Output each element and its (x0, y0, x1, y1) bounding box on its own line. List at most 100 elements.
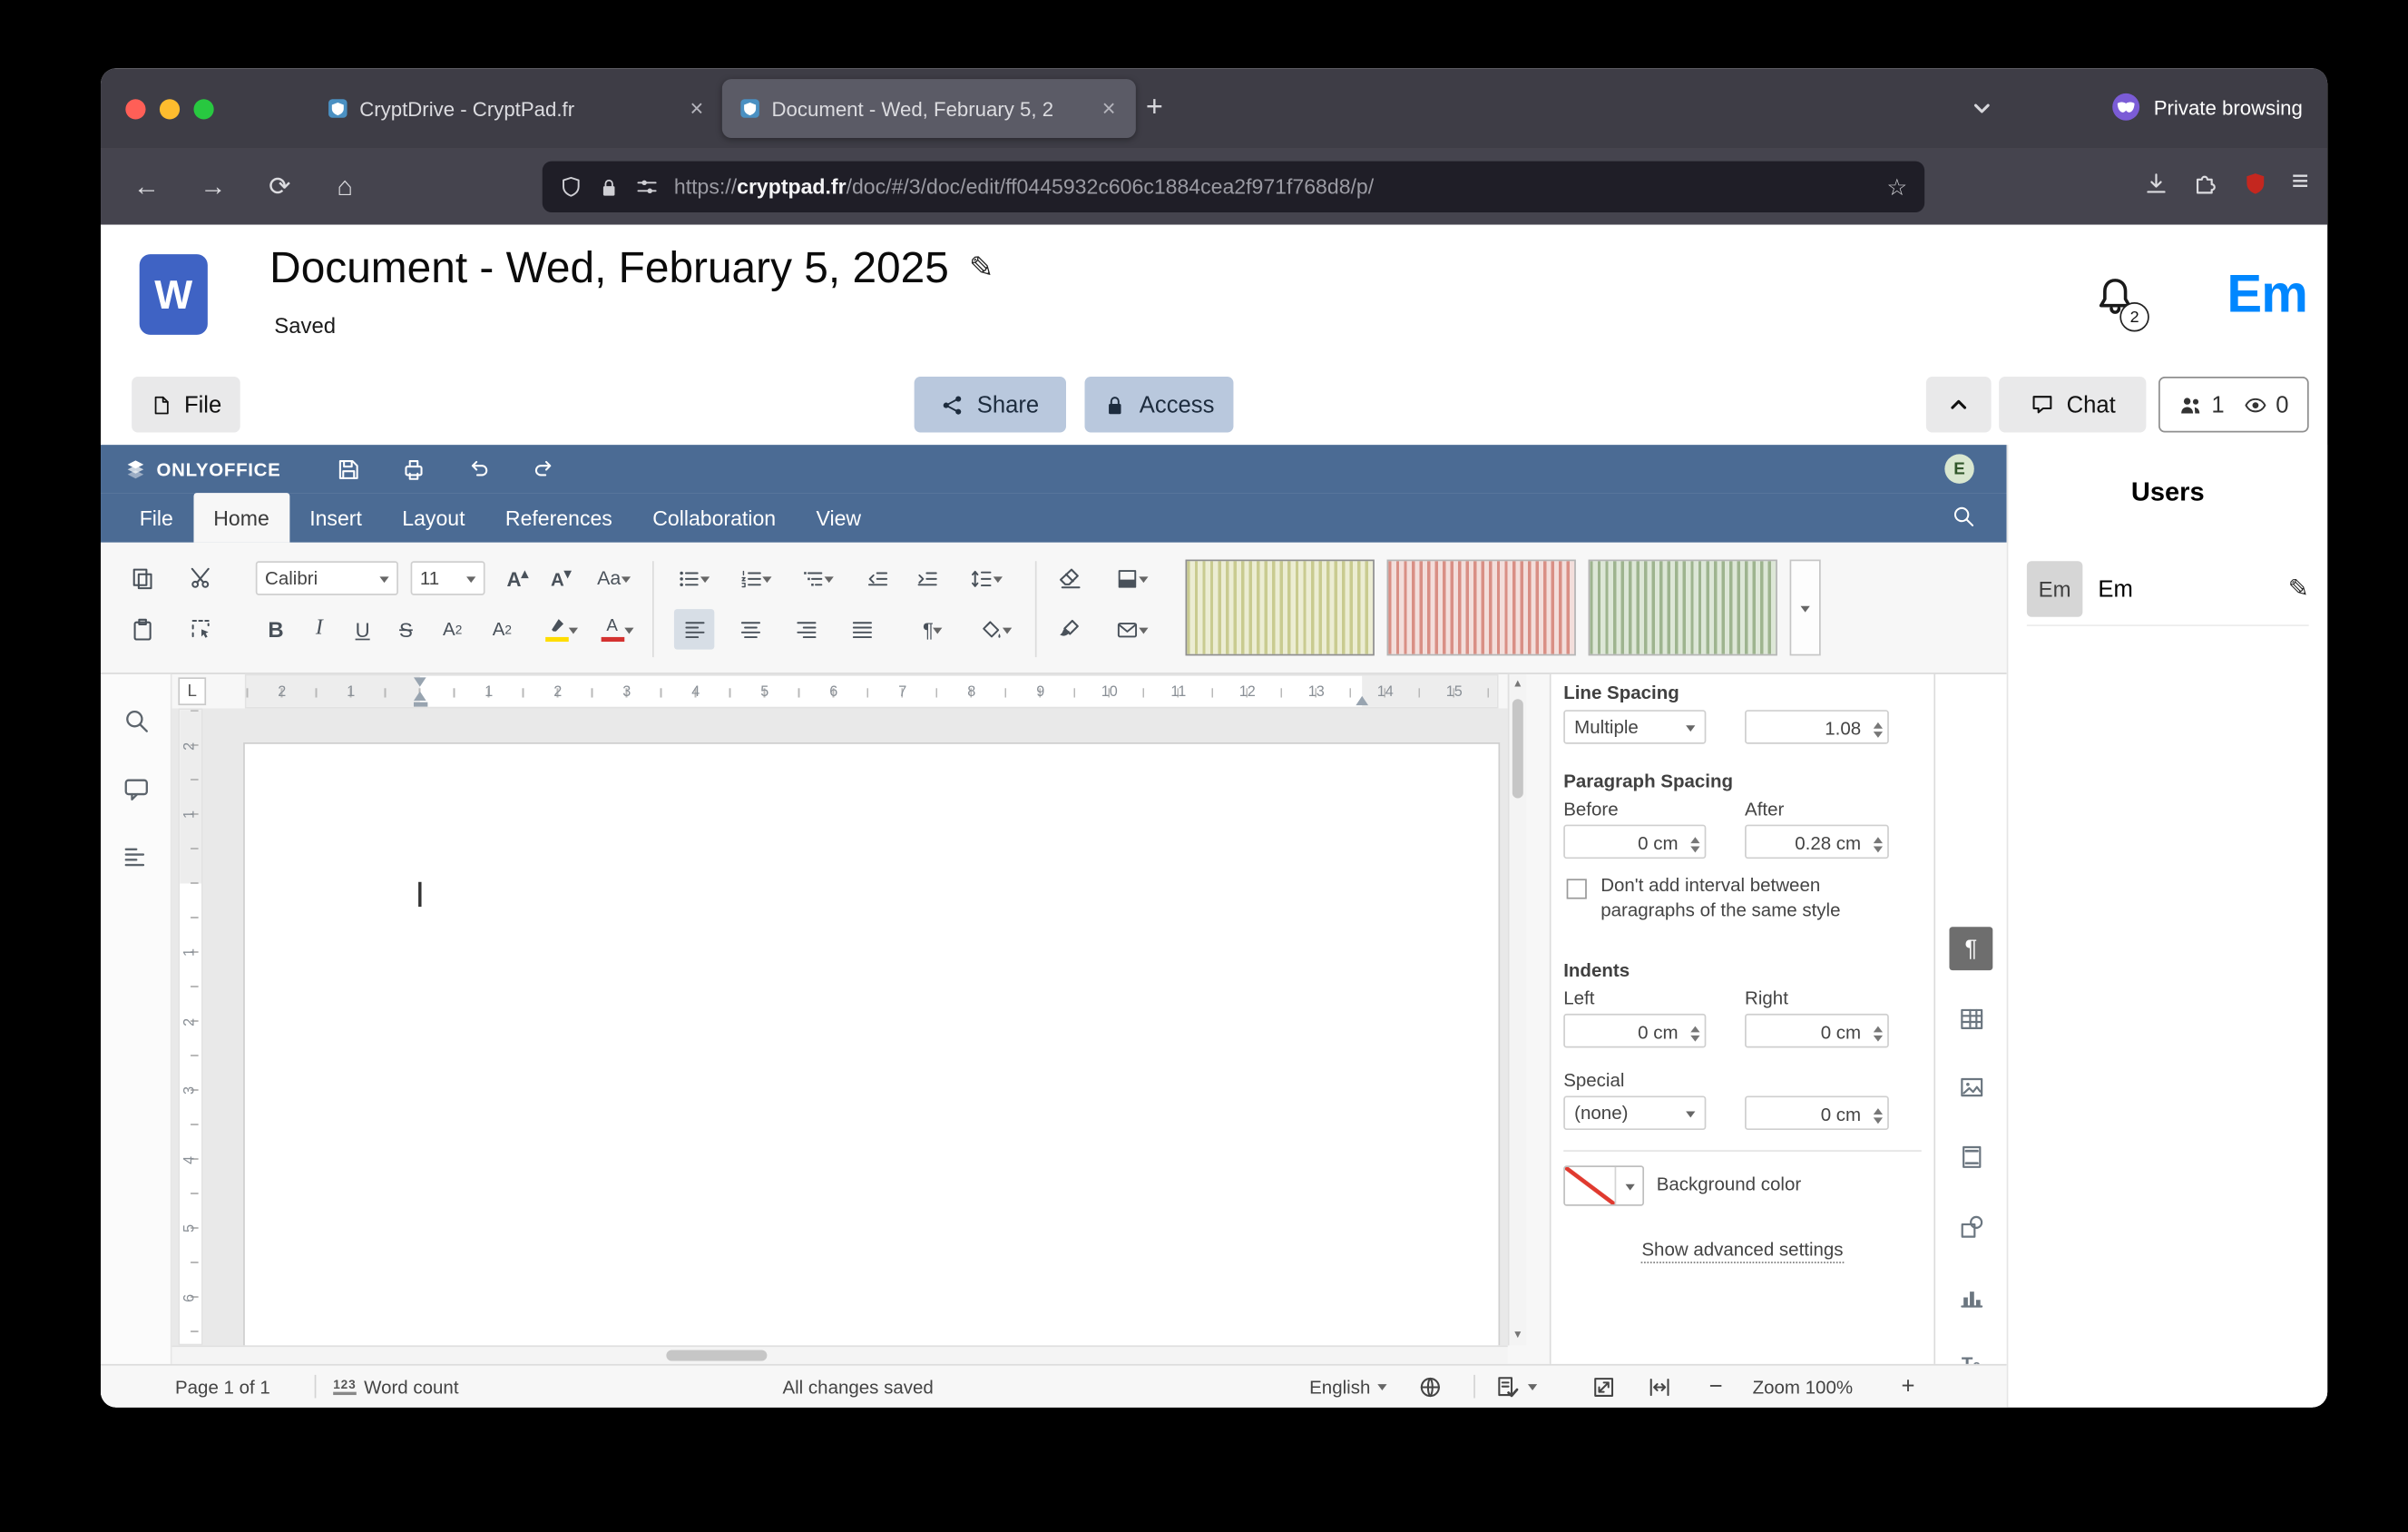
url-bar[interactable]: https://cryptpad.fr/doc/#/3/doc/edit/ff0… (543, 162, 1924, 212)
document-language-globe-icon[interactable] (1418, 1366, 1443, 1408)
align-center-button[interactable] (729, 609, 769, 649)
no-interval-checkbox[interactable] (1567, 879, 1587, 899)
spinner-down-icon[interactable] (1874, 846, 1883, 857)
comments-icon[interactable] (122, 775, 151, 803)
paragraph-settings-icon[interactable]: ¶ (1949, 927, 1992, 970)
close-window-button[interactable] (125, 99, 145, 119)
ublock-icon[interactable] (2242, 170, 2268, 196)
italic-button[interactable]: I (299, 609, 339, 649)
navigation-headings-icon[interactable] (122, 843, 151, 871)
spinner-up-icon[interactable] (1874, 1104, 1883, 1115)
spinner-down-icon[interactable] (1690, 846, 1699, 857)
redo-icon[interactable] (532, 457, 556, 481)
numbered-list-button[interactable] (729, 558, 779, 598)
undo-icon[interactable] (466, 457, 491, 481)
spinner-up-icon[interactable] (1874, 1021, 1883, 1032)
bullet-list-button[interactable] (668, 558, 718, 598)
copy-button[interactable] (122, 558, 162, 598)
paragraph-shading-button[interactable] (1105, 558, 1158, 598)
spinner-up-icon[interactable] (1874, 832, 1883, 843)
decrease-indent-button[interactable] (857, 558, 896, 598)
indent-right-spinner[interactable]: 0 cm (1745, 1014, 1889, 1048)
zoom-in-button[interactable]: + (1902, 1366, 1915, 1408)
collaborator-avatar[interactable]: E (1944, 454, 1973, 483)
align-left-button[interactable] (674, 609, 714, 649)
back-button[interactable]: ← (125, 166, 167, 208)
file-menu-button[interactable]: File (132, 377, 240, 432)
maximize-window-button[interactable] (193, 99, 213, 119)
document-page[interactable] (245, 744, 1499, 1346)
word-count-button[interactable]: 123 Word count (333, 1366, 458, 1408)
browser-tab-document[interactable]: Document - Wed, February 5, 2 × (722, 79, 1136, 138)
left-indent-marker[interactable] (413, 702, 426, 707)
chat-button[interactable]: Chat (1999, 377, 2146, 432)
notifications-bell-icon[interactable]: 2 (2093, 274, 2146, 329)
scroll-down-arrow[interactable]: ▼ (1509, 1330, 1526, 1340)
multilevel-list-button[interactable] (792, 558, 842, 598)
connection-lock-icon[interactable] (598, 176, 620, 198)
spacing-before-spinner[interactable]: 0 cm (1563, 825, 1706, 859)
search-icon[interactable] (1951, 504, 1975, 528)
change-case-button[interactable]: Aa (587, 558, 640, 598)
home-button[interactable]: ⌂ (324, 166, 366, 208)
tracking-protection-shield-icon[interactable] (560, 175, 583, 199)
first-line-indent-marker[interactable] (413, 677, 426, 686)
select-all-button[interactable] (181, 609, 221, 649)
highlight-color-button[interactable] (534, 609, 587, 649)
paste-button[interactable] (122, 609, 162, 649)
special-amount-spinner[interactable]: 0 cm (1745, 1095, 1889, 1130)
decrease-font-button[interactable]: A▾ (541, 558, 581, 598)
special-select[interactable]: (none) (1563, 1095, 1706, 1130)
participants-button[interactable]: 1 0 (2158, 377, 2309, 432)
close-tab-icon[interactable]: × (685, 95, 708, 122)
shape-settings-icon[interactable] (1949, 1204, 1992, 1248)
justify-button[interactable] (841, 609, 881, 649)
reload-button[interactable]: ⟳ (259, 166, 300, 208)
find-search-icon[interactable] (122, 707, 151, 735)
line-spacing-amount-spinner[interactable]: 1.08 (1745, 710, 1889, 744)
subscript-button[interactable]: A2 (482, 609, 522, 649)
mail-merge-button[interactable] (1105, 609, 1158, 649)
line-spacing-select[interactable]: Multiple (1563, 710, 1706, 744)
style-preview-3[interactable] (1589, 560, 1777, 656)
account-avatar[interactable]: Em (2227, 265, 2307, 326)
rename-pencil-icon[interactable]: ✎ (969, 250, 994, 286)
nonprinting-characters-button[interactable]: ¶ (906, 609, 959, 649)
collapse-toolbar-button[interactable] (1926, 377, 1992, 432)
align-right-button[interactable] (786, 609, 826, 649)
style-preview-normal[interactable] (1186, 560, 1375, 656)
new-tab-button[interactable]: + (1132, 87, 1176, 131)
increase-indent-button[interactable] (906, 558, 946, 598)
print-icon[interactable] (401, 457, 426, 481)
spinner-down-icon[interactable] (1874, 1036, 1883, 1046)
minimize-window-button[interactable] (160, 99, 180, 119)
shading-fill-button[interactable] (968, 609, 1021, 649)
scrollbar-thumb[interactable] (666, 1350, 767, 1361)
style-preview-2[interactable] (1387, 560, 1576, 656)
header-footer-settings-icon[interactable] (1949, 1134, 1992, 1178)
tab-references[interactable]: References (485, 493, 632, 543)
bookmark-star-icon[interactable]: ☆ (1886, 172, 1907, 201)
vertical-scrollbar[interactable]: ▲ ▼ (1508, 674, 1526, 1345)
document-canvas[interactable] (172, 708, 1508, 1345)
menu-hamburger-icon[interactable]: ≡ (2292, 166, 2309, 201)
list-tabs-chevron-icon[interactable] (1970, 96, 1994, 121)
tab-view[interactable]: View (796, 493, 881, 543)
table-settings-icon[interactable] (1949, 997, 1992, 1040)
scroll-up-arrow[interactable]: ▲ (1509, 679, 1526, 690)
strikethrough-button[interactable]: S (386, 609, 426, 649)
horizontal-scrollbar[interactable] (172, 1345, 1508, 1363)
forward-button[interactable]: → (192, 166, 234, 208)
share-button[interactable]: Share (915, 377, 1066, 432)
bold-button[interactable]: B (256, 609, 296, 649)
hanging-indent-marker[interactable] (413, 692, 426, 701)
tab-layout[interactable]: Layout (382, 493, 485, 543)
increase-font-button[interactable]: A▴ (497, 558, 537, 598)
tab-collaboration[interactable]: Collaboration (632, 493, 796, 543)
spinner-down-icon[interactable] (1874, 1117, 1883, 1128)
spinner-down-icon[interactable] (1690, 1036, 1699, 1046)
zoom-out-button[interactable]: − (1709, 1366, 1723, 1408)
tab-stop-selector[interactable]: L (178, 677, 206, 705)
right-indent-marker[interactable] (1356, 696, 1368, 705)
font-size-select[interactable]: 11 (411, 561, 485, 595)
